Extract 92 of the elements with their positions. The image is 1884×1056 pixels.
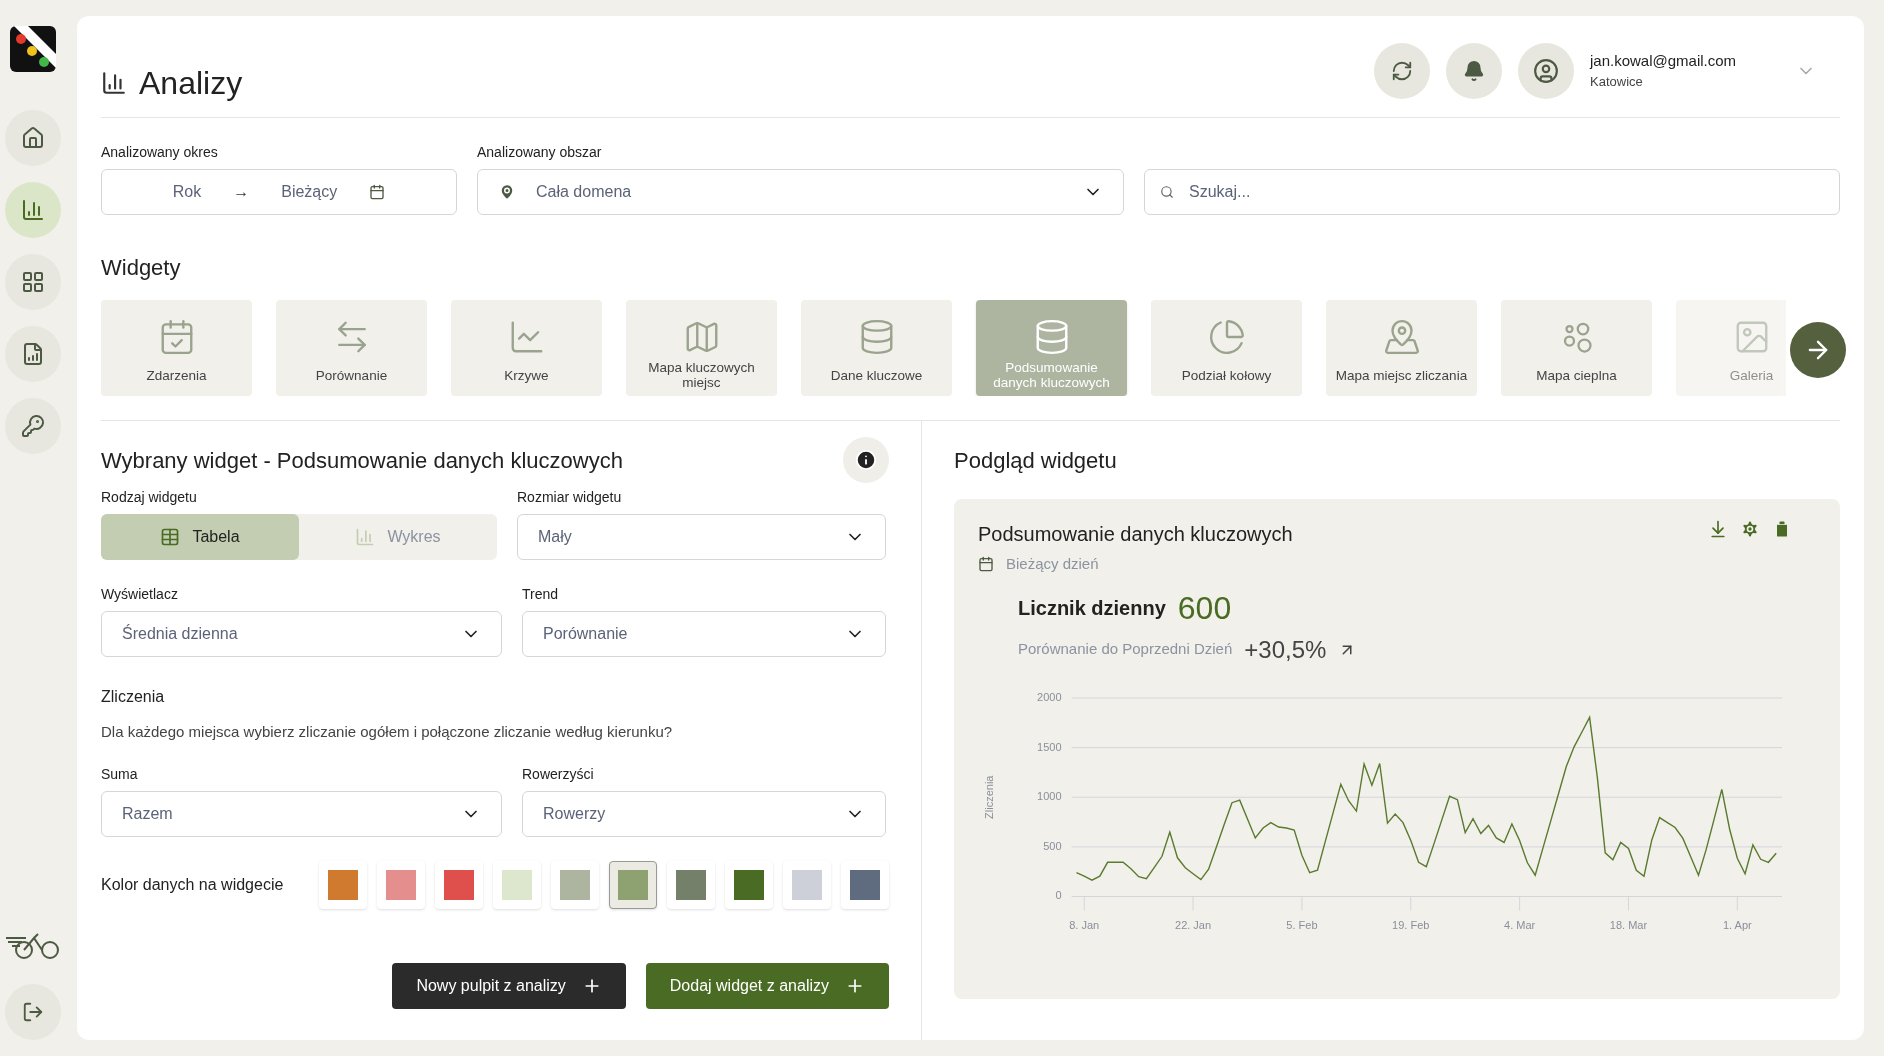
table-icon [160,527,181,547]
logo [7,24,58,74]
comparison-value: +30,5% [1244,634,1327,665]
bar-chart-icon [101,69,127,96]
info-icon [855,449,877,471]
widget-tile[interactable]: Porównanie [276,300,427,396]
dropdown[interactable]: Razem [101,790,502,837]
page-title: Analizy [139,63,243,103]
user-icon [1533,57,1559,84]
bicycle-icon [3,930,62,960]
field-label: Analizowany obszar [477,143,603,162]
action-button[interactable]: Dodaj widget z analizy [645,962,889,1009]
color-swatch[interactable] [551,860,599,909]
dropdown[interactable]: Średnia dzienna [101,611,502,657]
metric-label: Licznik dzienny [1018,595,1166,621]
widget-tile[interactable]: Podział kołowy [1151,300,1302,396]
location-pin-icon [498,183,516,201]
user-email: jan.kowal@gmail.com [1590,50,1738,71]
color-swatch[interactable] [493,860,541,909]
field-label: Analizowany okres [101,143,219,162]
widget-tile[interactable]: Mapa kluczowych miejsc [626,300,777,396]
widget-tile[interactable]: Krzywe [451,300,602,396]
axis-label: 0 [1055,888,1062,901]
bar-chart-icon [355,527,376,547]
widget-tile[interactable]: Zdarzenia [101,300,252,396]
calendar-icon [369,184,386,200]
field-label: Kolor danych na widgecie [101,874,285,895]
subsection-title: Zliczenia [101,687,166,707]
widget-tile[interactable]: Mapa miejsc zliczania [1326,300,1477,396]
period-text: Bieżący dzień [1006,554,1099,574]
color-swatch[interactable] [319,860,367,909]
field-label: Wyświetlacz [101,585,179,604]
axis-title: Zliczenia [982,775,995,819]
axis-label: 1500 [1037,740,1062,753]
section-title: Wybrany widget - Podsumowanie danych kluczowych [101,446,623,475]
field-label: Rozmiar widgetu [517,488,623,507]
axis-label: 500 [1043,839,1062,852]
color-swatch[interactable] [609,860,657,909]
axis-label: 1000 [1037,789,1062,802]
field-label: Trend [522,585,560,604]
comparison-label: Porównanie do Poprzedni Dzień [1018,639,1233,660]
bell-icon [1463,59,1485,82]
section-title: Podgląd widgetu [954,446,1118,475]
color-swatch[interactable] [783,860,831,909]
widget-tile[interactable]: Mapa cieplna [1501,300,1652,396]
grid-icon [20,270,45,294]
bar-chart-icon [20,198,45,222]
dropdown[interactable]: Rowerzy [522,790,886,837]
date-range-field[interactable]: Rok → Bieżący [101,169,457,215]
search-icon [1160,185,1174,199]
range-end: Bieżący [281,182,338,202]
field-label: Rodzaj widgetu [101,488,198,507]
key-icon [20,414,45,438]
range-start: Rok [172,182,202,202]
map-pin-icon [1382,318,1421,356]
axis-label: 5. Feb [1286,918,1318,930]
dropdown[interactable]: Mały [517,514,886,560]
metric-value: 600 [1177,588,1232,628]
calendar-icon [978,556,994,573]
axis-label: 22. Jan [1175,918,1212,930]
range-arrow: → [233,182,250,202]
description-text: Dla każdego miejsca wybierz zliczanie ogółem i połączone zliczanie według kierunku? [101,722,674,742]
color-swatch[interactable] [667,860,715,909]
settings-icon [1740,519,1760,539]
color-swatch[interactable] [725,860,773,909]
widget-tile[interactable]: Dane kluczowe [801,300,952,396]
card-title: Podsumowanie danych kluczowych [978,522,1293,547]
axis-label: 2000 [1037,690,1062,703]
info-button[interactable] [843,437,889,483]
download-icon [1708,519,1728,539]
color-swatch[interactable] [841,860,889,909]
axis-label: 4. Mar [1504,918,1536,930]
axis-label: 8. Jan [1069,918,1100,930]
next-button[interactable] [1790,322,1846,378]
refresh-icon [1391,59,1413,82]
dropdown[interactable]: Porównanie [522,611,886,657]
axis-label: 18. Mar [1609,918,1648,930]
color-swatch[interactable] [435,860,483,909]
home-icon [20,126,45,150]
axis-label: 19. Feb [1392,918,1430,930]
field-label: Suma [101,764,139,784]
field-label: Rowerzyści [522,764,595,784]
color-swatch[interactable] [377,860,425,909]
search-field[interactable]: Szukaj... [1144,169,1840,215]
segment-tab[interactable]: Tabela [101,514,299,560]
user-city: Katowice [1590,73,1644,91]
axis-label: 1. Apr [1722,918,1752,930]
action-button[interactable]: Nowy pulpit z analizy [392,962,626,1009]
section-title: Widgety [101,254,182,282]
area-dropdown[interactable]: Cała domena [477,169,1124,215]
logout-icon [21,1001,44,1023]
pie-chart-icon [1207,318,1246,356]
